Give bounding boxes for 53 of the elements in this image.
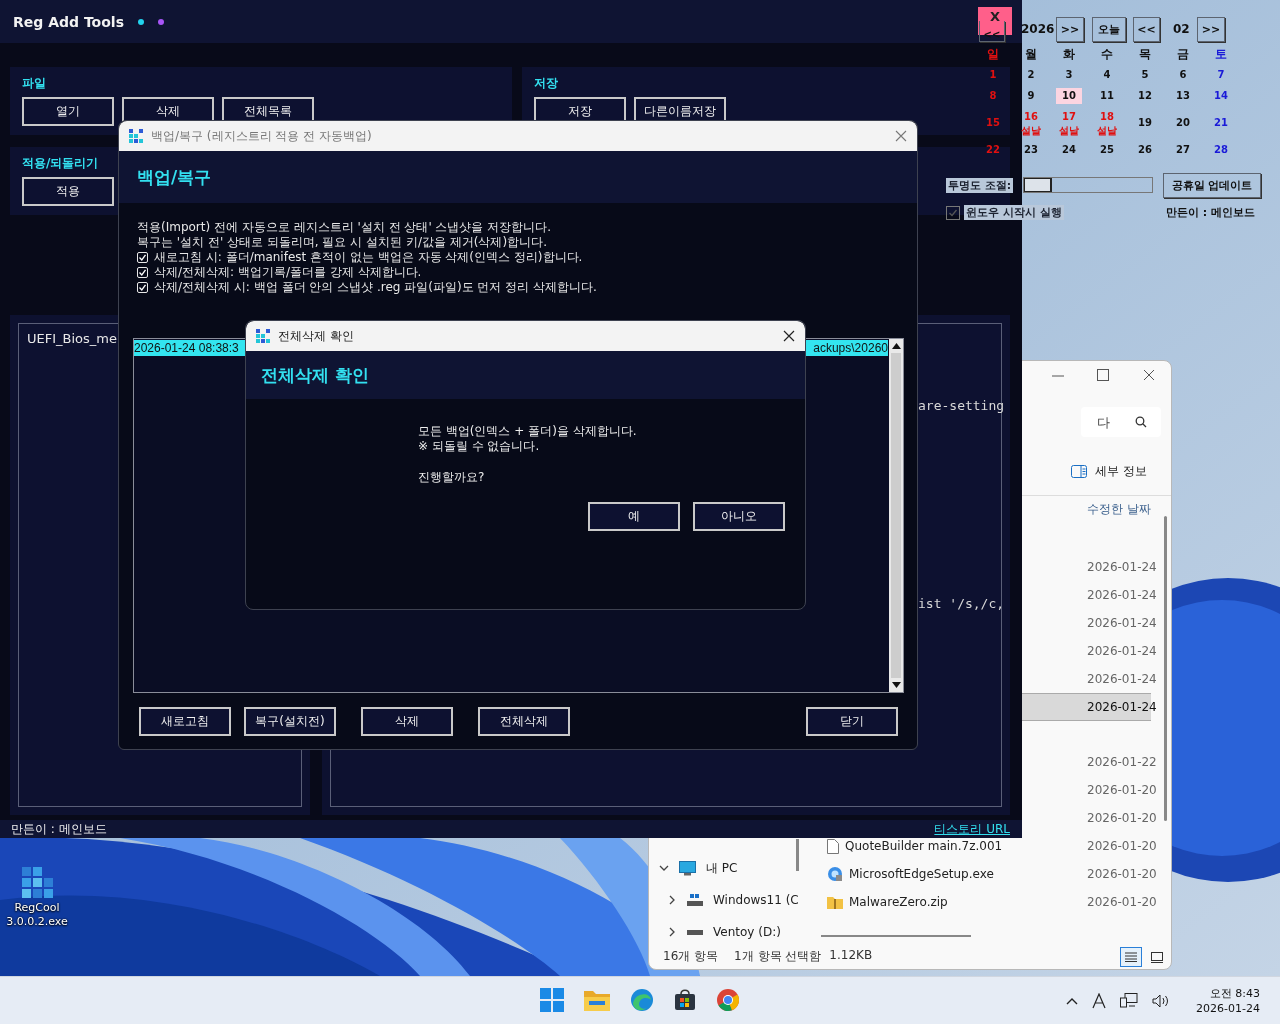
weekday-label: 수 [1100,46,1114,63]
note-text: 새로고침 시: 폴더/manifest 흔적이 없는 백업은 자동 삭제(인덱스 정리)합니다. [154,250,583,265]
author-text: 만든이 : 메인보드 [11,820,107,838]
opacity-label: 투명도 조절: [946,178,1014,193]
date-cell: 2026-01-20 [1087,895,1157,909]
date-cell: 2026-01-24 [1087,672,1157,686]
weekday-label: 목 [1138,46,1152,63]
date-cell: 2026-01-24 [1087,700,1157,714]
section-title: 저장 [534,75,559,91]
note-text: 삭제/전체삭제: 백업기록/폴더를 강제 삭제합니다. [154,265,422,280]
weekday-label: 화 [1062,46,1076,63]
message-text: 모든 백업(인덱스 + 폴더)을 삭제합니다. [418,424,638,439]
note-text: 삭제/전체삭제 시: 백업 폴더 안의 스냅샷 .reg 파일(파일)도 먼저 정리 삭제합니다. [154,280,597,295]
list-text: ackups\20260 [813,340,888,356]
section-title: 적용/되돌리기 [22,155,100,171]
autostart-label: 윈도우 시작시 실행 [964,205,1064,220]
date-cell: 2026-01-20 [1087,811,1157,825]
date-cell: 2026-01-20 [1087,783,1157,797]
item-count: 16개 항목 [663,948,719,965]
date-cell: 2026-01-20 [1087,867,1157,881]
date-cell: 2026-01-20 [1087,839,1157,853]
code-text: ist '/s,/c, [918,596,1005,611]
section-title: 파일 [22,75,47,91]
list-text: 2026-01-24 08:38:3 [134,340,239,356]
weekday-label: 토 [1214,46,1228,63]
holiday-note: 설날 [1097,125,1117,136]
weekday-label: 일 [986,46,1000,63]
file-name: MalwareZero.zip [849,895,948,909]
question-text: 진행할까요? [418,470,486,485]
date-cell: 2026-01-24 [1087,616,1157,630]
month-label: 02 [1173,22,1190,36]
message-text: ※ 되돌릴 수 없습니다. [418,439,541,454]
dialog-heading: 전체삭제 확인 [261,363,369,387]
holiday-note: 설날 [1059,125,1079,136]
description-text: 적용(Import) 전에 자동으로 레지스트리 '설치 전 상태' 스냅샷을 저장합니다. [137,220,553,235]
year-label: 2026 [1021,22,1055,36]
selection-info: 1개 항목 선택함 [734,948,822,965]
code-text: are-setting [918,398,1005,413]
app-title: Reg Add Tools [13,13,124,30]
weekday-label: 월 [1024,46,1038,63]
window-title: 백업/복구 (레지스트리 적용 전 자동백업) [151,127,372,145]
file-name: MicrosoftEdgeSetup.exe [849,867,994,881]
date-cell: 2026-01-22 [1087,755,1157,769]
weekday-label: 금 [1176,46,1190,63]
description-text: 복구는 '설치 전' 상태로 되돌리며, 필요 시 설치된 키/값을 제거(삭제)합니다. [137,235,548,250]
author-text: 만든이 : 메인보드 [1166,205,1256,220]
window-title: 전체삭제 확인 [278,327,354,345]
file-name: QuoteBuilder main.7z.001 [845,839,1003,853]
date-cell: 2026-01-24 [1087,644,1157,658]
dialog-heading: 백업/복구 [137,165,212,189]
date-cell: 2026-01-24 [1087,560,1157,574]
date-cell: 2026-01-24 [1087,588,1157,602]
selection-size: 1.12KB [829,948,873,964]
